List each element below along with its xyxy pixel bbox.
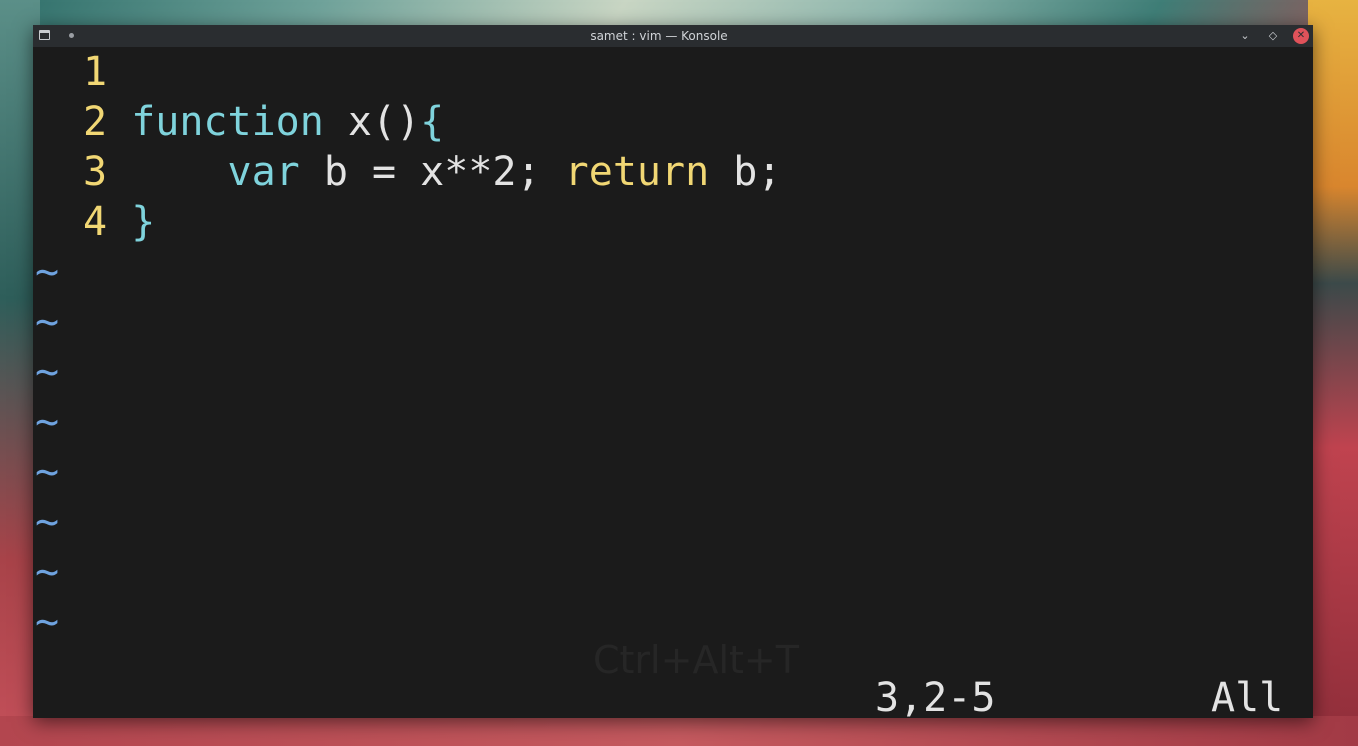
tilde-line: ~ xyxy=(35,449,60,495)
maximize-button[interactable]: ◇ xyxy=(1265,28,1281,44)
tilde-line: ~ xyxy=(35,549,60,595)
code-text: b = x**2; xyxy=(299,149,565,195)
tilde-line: ~ xyxy=(35,399,60,445)
tilde-line: ~ xyxy=(35,299,60,345)
cursor-position: 3,2-5 xyxy=(875,675,996,721)
keyword-return: return xyxy=(564,149,710,195)
code-text: x() xyxy=(323,99,421,145)
tilde-line: ~ xyxy=(35,249,60,295)
tilde-line: ~ xyxy=(35,499,60,545)
wallpaper-bottom xyxy=(0,716,1358,746)
keyword-var: var xyxy=(227,149,300,195)
brace-open: { xyxy=(420,99,445,145)
shortcut-watermark: Ctrl+Alt+T xyxy=(593,638,799,682)
line-number: 4 xyxy=(83,199,108,245)
tilde-line: ~ xyxy=(35,599,60,645)
editor-line-4[interactable]: 4 } xyxy=(83,197,155,247)
scroll-indicator: All xyxy=(1211,675,1284,721)
title-bar[interactable]: samet : vim — Konsole ⌄ ◇ ✕ xyxy=(33,25,1313,47)
window-title: samet : vim — Konsole xyxy=(590,29,728,43)
konsole-window[interactable]: samet : vim — Konsole ⌄ ◇ ✕ Ctrl+Alt+T 1… xyxy=(33,25,1313,721)
code-text: b; xyxy=(709,149,782,195)
keyword-function: function xyxy=(131,99,324,145)
line-number: 1 xyxy=(83,49,108,95)
close-button[interactable]: ✕ xyxy=(1293,28,1309,44)
terminal-area[interactable]: Ctrl+Alt+T 1 2 function x(){ 3 var b = x… xyxy=(33,47,1313,721)
editor-line-3[interactable]: 3 var b = x**2; return b; xyxy=(83,147,781,197)
wallpaper-right xyxy=(1308,0,1358,746)
line-number: 3 xyxy=(83,149,108,195)
editor-line-2[interactable]: 2 function x(){ xyxy=(83,97,444,147)
editor-line-1[interactable]: 1 xyxy=(83,47,107,97)
line-number: 2 xyxy=(83,99,108,145)
tilde-line: ~ xyxy=(35,349,60,395)
brace-close: } xyxy=(131,199,156,245)
minimize-button[interactable]: ⌄ xyxy=(1237,28,1253,44)
